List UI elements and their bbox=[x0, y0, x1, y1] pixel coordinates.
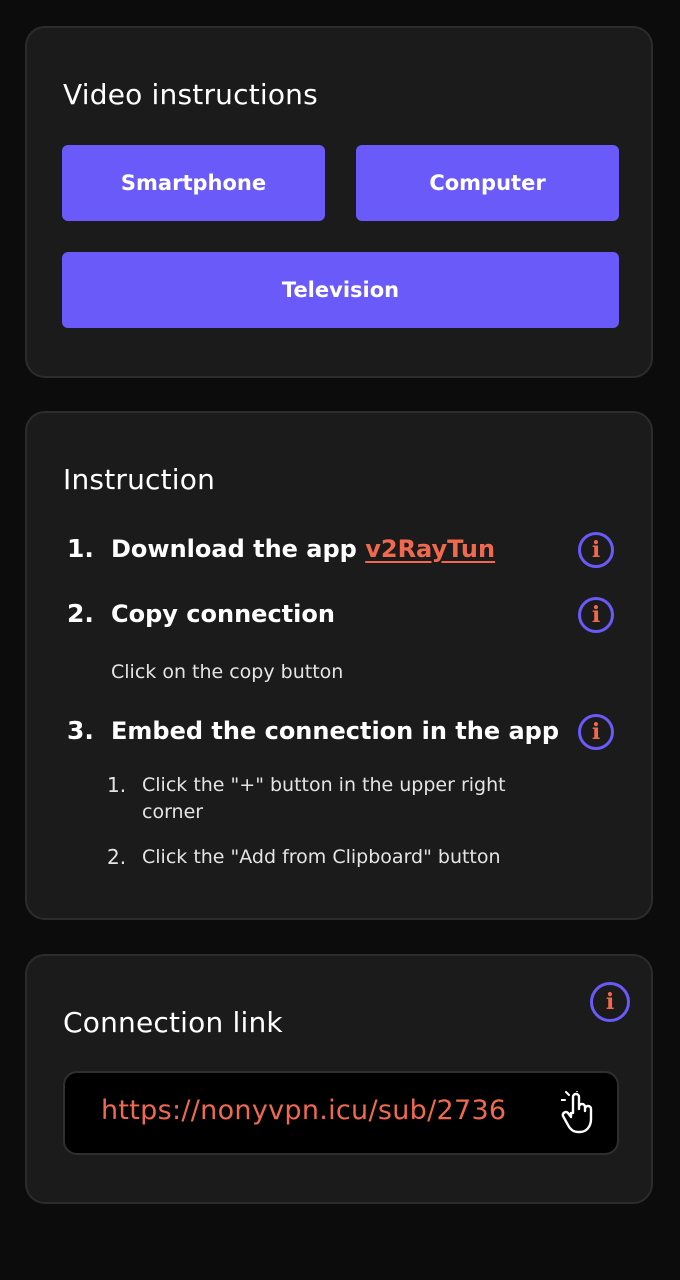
step-title: Download the app v2RayTun bbox=[111, 535, 495, 563]
step-text: Download the app bbox=[111, 535, 366, 563]
instruction-title: Instruction bbox=[63, 463, 216, 496]
step-number: 2. bbox=[67, 599, 94, 628]
info-icon[interactable]: i bbox=[578, 714, 614, 750]
connection-link-card: i Connection link https://nonyvpn.icu/su… bbox=[25, 954, 653, 1204]
info-icon[interactable]: i bbox=[578, 532, 614, 568]
step-title: Copy connection bbox=[111, 600, 335, 628]
substep-text: Click the "Add from Clipboard" button bbox=[142, 846, 501, 868]
television-button[interactable]: Television bbox=[62, 252, 619, 328]
connection-link-box[interactable]: https://nonyvpn.icu/sub/2736 bbox=[63, 1071, 619, 1155]
step-number: 1. bbox=[67, 534, 94, 563]
substep-text: Click the "+" button in the upper right … bbox=[142, 774, 506, 823]
computer-button[interactable]: Computer bbox=[356, 145, 619, 221]
step-title: Embed the connection in the app bbox=[111, 717, 560, 745]
hand-pointer-icon[interactable] bbox=[561, 1091, 595, 1135]
v2raytun-link[interactable]: v2RayTun bbox=[365, 535, 495, 563]
video-instructions-card: Video instructions Smartphone Computer T… bbox=[25, 26, 653, 378]
connection-link-title: Connection link bbox=[63, 1006, 283, 1039]
info-icon[interactable]: i bbox=[590, 982, 630, 1022]
connection-link-text[interactable]: https://nonyvpn.icu/sub/2736 bbox=[101, 1095, 506, 1126]
step-number: 3. bbox=[67, 716, 94, 745]
substep-number: 1. bbox=[107, 773, 127, 797]
step-description: Click on the copy button bbox=[111, 661, 344, 683]
info-icon[interactable]: i bbox=[578, 597, 614, 633]
instruction-card: Instruction 1. Download the app v2RayTun… bbox=[25, 411, 653, 920]
video-instructions-title: Video instructions bbox=[63, 78, 318, 111]
substep-number: 2. bbox=[107, 845, 127, 869]
smartphone-button[interactable]: Smartphone bbox=[62, 145, 325, 221]
